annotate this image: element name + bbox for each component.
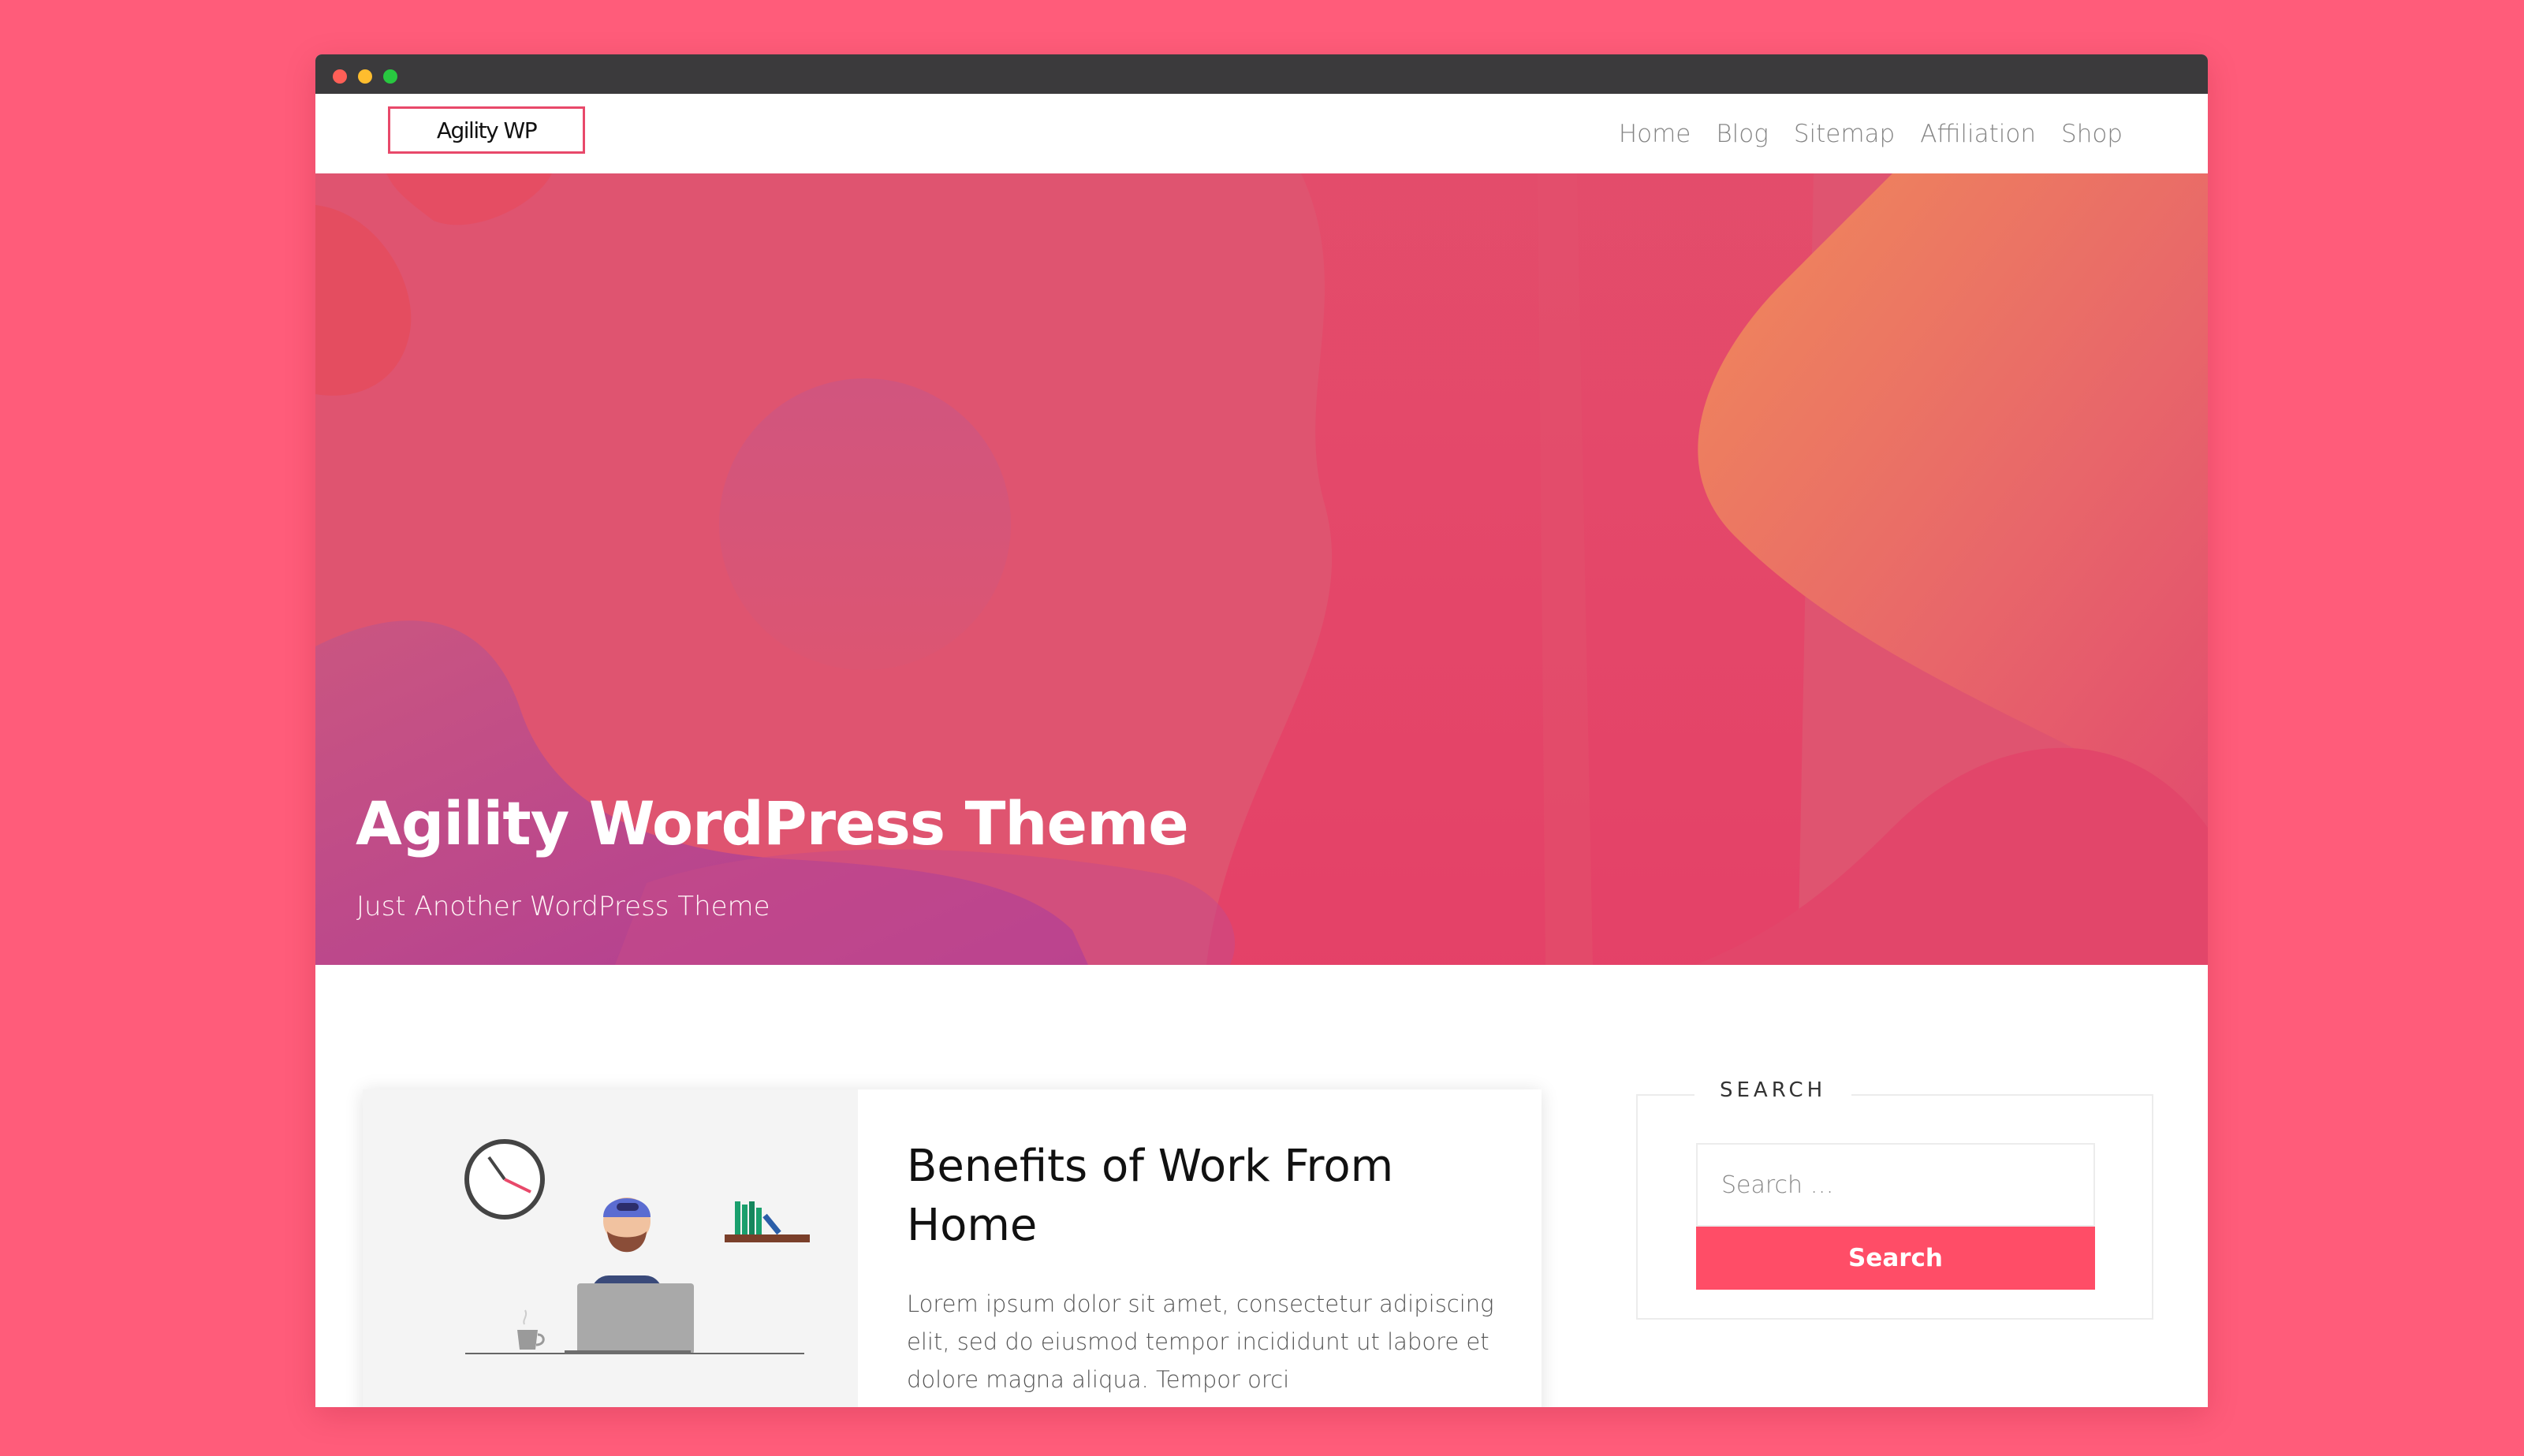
nav-blog-link[interactable]: Blog: [1716, 120, 1768, 148]
main-nav: Home Blog Sitemap Affiliation Shop: [1619, 94, 2123, 173]
site-logo[interactable]: Agility WP: [388, 106, 585, 154]
browser-window: Agility WP Home Blog Sitemap Affiliation…: [315, 54, 2208, 1407]
search-widget: SEARCH Search: [1636, 1078, 2153, 1320]
search-widget-title: SEARCH: [1694, 1078, 1852, 1102]
search-input[interactable]: [1696, 1143, 2095, 1227]
post-title[interactable]: Benefits of Work From Home: [907, 1137, 1506, 1255]
nav-home-link[interactable]: Home: [1619, 120, 1691, 148]
hero-banner: Agility WordPress Theme Just Another Wor…: [315, 173, 2208, 965]
browser-titlebar: [315, 54, 2208, 94]
wall-clock-icon: [464, 1139, 545, 1220]
maximize-window-button[interactable]: [383, 69, 397, 84]
nav-shop-link[interactable]: Shop: [2061, 120, 2123, 148]
post-excerpt: Lorem ipsum dolor sit amet, consectetur …: [907, 1290, 1494, 1393]
site-header: Agility WP Home Blog Sitemap Affiliation…: [315, 94, 2208, 173]
work-from-home-illustration: [464, 1139, 810, 1354]
desk-icon: [465, 1350, 804, 1354]
post-card: Benefits of Work From Home Lorem ipsum d…: [363, 1089, 1542, 1407]
post-body: Benefits of Work From Home Lorem ipsum d…: [907, 1137, 1506, 1398]
nav-sitemap-link[interactable]: Sitemap: [1794, 120, 1895, 148]
hero-subtitle: Just Another WordPress Theme: [356, 891, 770, 922]
search-button[interactable]: Search: [1696, 1227, 2095, 1290]
bookshelf-icon: [725, 1201, 810, 1242]
post-thumbnail[interactable]: [363, 1089, 858, 1407]
nav-affiliation-link[interactable]: Affiliation: [1920, 120, 2036, 148]
close-window-button[interactable]: [333, 69, 347, 84]
hero-title: Agility WordPress Theme: [356, 788, 1189, 858]
person-at-laptop-icon: [577, 1197, 694, 1354]
coffee-mug-icon: [517, 1309, 545, 1350]
minimize-window-button[interactable]: [358, 69, 372, 84]
